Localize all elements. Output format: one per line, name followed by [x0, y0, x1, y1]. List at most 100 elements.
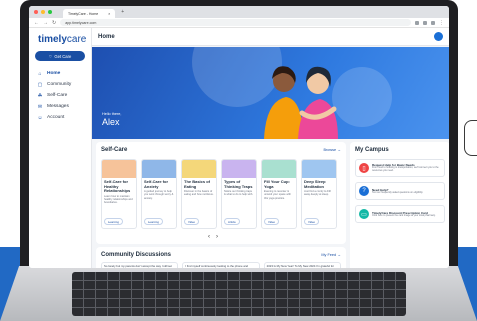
sidebar-item-account[interactable]: ☺ Account [35, 112, 85, 123]
main-content: Home Hello there, Alex Self-Care Browse … [92, 28, 449, 268]
sidebar-item-messages[interactable]: ✉ Messages [35, 101, 85, 112]
sidebar-item-community[interactable]: ▢ Community [35, 79, 85, 90]
campus-resource[interactable]: ▯ Request Help for Basic Needs From food t… [355, 159, 445, 177]
get-care-button[interactable]: ♡ Get Care [35, 51, 85, 61]
card-image [142, 160, 176, 178]
card-type-badge: Learning [104, 218, 123, 225]
carousel-next-button[interactable]: › [216, 234, 218, 240]
my-campus-panel: My Campus ▯ Request Help for Basic Needs F… [350, 142, 449, 268]
self-care-card[interactable]: Self-Care for Healthy Relationships Learn… [101, 159, 137, 229]
browser-menu-icon[interactable]: ⋮ [439, 20, 444, 26]
self-care-cards: Self-Care for Healthy Relationships Learn… [101, 159, 341, 229]
card-type-badge: Video [264, 218, 280, 225]
community-post[interactable]: So lonely but my parents don't accept th… [101, 262, 179, 268]
card-description: Discover in the basics of eating and how… [184, 190, 214, 197]
my-feed-link[interactable]: My Feed → [321, 253, 341, 257]
card-image [222, 160, 256, 178]
timelycare-app: timelycare ♡ Get Care ⌂ Home ▢ Community ☘… [29, 28, 449, 268]
card-icon: ▭ [359, 209, 369, 219]
self-care-card[interactable]: Deep Sleep Meditation Just find a comfy &… [301, 159, 337, 229]
browse-link[interactable]: Browse → [323, 148, 341, 152]
community-section: Community Discussions My Feed → So lonel… [96, 247, 346, 268]
community-post[interactable]: 2023 Is My New Year! To My New 2024 I'm … [263, 262, 341, 268]
message-icon: ✉ [37, 103, 43, 110]
back-icon[interactable]: ← [34, 20, 39, 26]
maximize-window-icon[interactable] [48, 10, 52, 14]
card-type-badge: Video [304, 218, 320, 225]
card-title: Self-Care for Anxiety [144, 179, 169, 189]
self-care-card[interactable]: Fill Your Cup: Yoga Evening to recenter &… [261, 159, 297, 229]
campus-resource-desc: Click here to present the card image at … [372, 213, 436, 217]
campus-resource-desc: From food to housing to transportation, … [372, 166, 439, 172]
leaf-icon: ☘ [37, 92, 43, 99]
browser-tab-title: TimelyCare - Home [68, 11, 99, 16]
carousel-pager: ‹ › [208, 234, 218, 240]
card-title: Deep Sleep Meditation [304, 179, 326, 189]
card-type-badge: Video [184, 218, 200, 225]
close-window-icon[interactable] [34, 10, 38, 14]
home-icon: ⌂ [38, 70, 42, 77]
self-care-card[interactable]: Self-Care for Anxiety A guided journey to… [141, 159, 177, 229]
timelycare-logo[interactable]: timelycare [35, 34, 86, 45]
chat-icon: ▢ [37, 81, 43, 88]
close-tab-icon[interactable]: × [108, 12, 110, 16]
page-title: Home [98, 33, 115, 40]
card-image [102, 160, 136, 178]
community-post[interactable]: I find myself continuously looking to th… [182, 262, 260, 268]
people-illustration [264, 66, 338, 139]
self-care-card[interactable]: Types of Thinking Traps Notice our thinki… [221, 159, 257, 229]
user-icon: ☺ [37, 114, 43, 121]
card-title: Types of Thinking Traps [224, 179, 253, 189]
reload-icon[interactable]: ↻ [52, 20, 56, 26]
campus-resource-desc: Text our frequently asked questions on e… [372, 190, 424, 194]
sidebar-item-self-care[interactable]: ☘ Self-Care [35, 90, 85, 101]
card-description: Just find a comfy & drift away deeply at… [304, 190, 331, 197]
self-care-title: Self-Care [101, 147, 128, 153]
post-text: I find myself continuously looking to th… [185, 264, 248, 268]
profile-icon[interactable] [431, 20, 435, 25]
bookmark-icon[interactable] [423, 20, 427, 25]
phone-icon: ▯ [359, 163, 369, 173]
browser-addressbar: ← → ↻ app.timelycare.com ⋮ [29, 18, 449, 28]
card-title: The Basics of Eating [184, 179, 211, 189]
community-title: Community Discussions [101, 252, 172, 258]
card-type-badge: Article [224, 218, 240, 225]
sidebar-item-home[interactable]: ⌂ Home [35, 68, 85, 79]
carousel-prev-button[interactable]: ‹ [208, 234, 210, 240]
card-description: A guided journey to help you work throug… [144, 190, 174, 200]
campus-resource[interactable]: ? Need Help? Text our frequently asked que… [355, 182, 445, 200]
avatar[interactable] [434, 32, 443, 41]
question-icon: ? [359, 186, 369, 196]
my-campus-title: My Campus [355, 147, 389, 153]
card-title: Fill Your Cup: Yoga [264, 179, 290, 189]
new-tab-icon[interactable]: + [121, 9, 124, 15]
forward-icon[interactable]: → [43, 20, 48, 26]
browser-tabbar: TimelyCare - Home × + [29, 6, 449, 18]
device-edge [464, 120, 477, 156]
welcome-banner: Hello there, Alex [92, 47, 449, 139]
card-image [302, 160, 336, 178]
laptop-keyboard [72, 272, 406, 316]
card-image [262, 160, 296, 178]
laptop-screen: TimelyCare - Home × + ← → ↻ app.timelyca… [29, 6, 449, 268]
post-text: 2023 Is My New Year! To My New 2024 I'm … [266, 264, 334, 268]
card-type-badge: Learning [144, 218, 163, 225]
campus-resource[interactable]: ▭ TimelyCare Discount Prescription Card Cl… [355, 205, 445, 223]
extension-icon[interactable] [415, 20, 419, 25]
self-care-section: Self-Care Browse → Self-Care for Healthy… [96, 142, 346, 244]
hero-user-name: Alex [102, 117, 120, 127]
card-description: Evening to recenter & unwind your space … [264, 190, 291, 200]
browser-tab[interactable]: TimelyCare - Home × [63, 9, 116, 18]
card-description: Learn how to maintain healthy relationsh… [104, 194, 133, 205]
url-input[interactable]: app.timelycare.com [60, 19, 411, 26]
post-text: So lonely but my parents don't accept th… [104, 264, 172, 268]
card-image [182, 160, 216, 178]
page-header: Home [92, 28, 449, 46]
card-title: Self-Care for Healthy Relationships [104, 179, 131, 194]
card-description: Notice our thinking traps & what to do t… [224, 190, 253, 197]
self-care-card[interactable]: The Basics of Eating Discover in the basi… [181, 159, 217, 229]
minimize-window-icon[interactable] [41, 10, 45, 14]
community-posts: So lonely but my parents don't accept th… [101, 262, 341, 268]
sidebar: timelycare ♡ Get Care ⌂ Home ▢ Community ☘… [29, 28, 92, 268]
hero-greeting: Hello there, [102, 112, 122, 116]
